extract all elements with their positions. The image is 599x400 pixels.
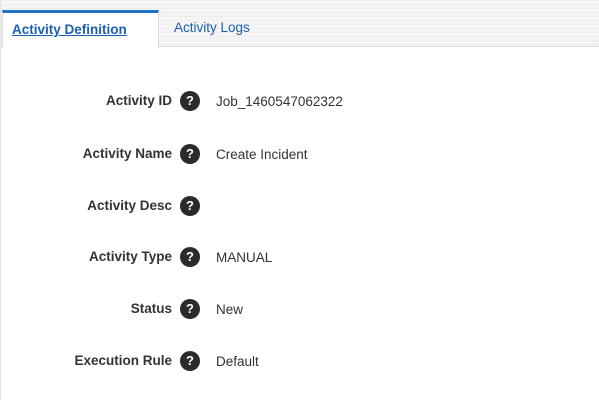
execution-rule-label: Execution Rule: [74, 353, 172, 368]
activity-type-value: MANUAL: [216, 250, 273, 265]
question-circle-icon[interactable]: ?: [180, 144, 200, 164]
execution-rule-row: Execution Rule ? Default: [1, 350, 599, 374]
activity-id-row: Activity ID ? Job_1460547062322: [1, 90, 599, 114]
activity-desc-row: Activity Desc ?: [1, 195, 599, 219]
status-value: New: [216, 302, 244, 317]
tab-activity-definition-label[interactable]: Activity Definition: [12, 22, 127, 37]
status-row: Status ? New: [1, 298, 599, 322]
status-label: Status: [130, 301, 172, 316]
activity-panel: Activity Definition Activity Logs Activi…: [0, 0, 599, 400]
activity-type-label: Activity Type: [88, 249, 172, 264]
activity-id-value: Job_1460547062322: [216, 94, 343, 109]
question-circle-icon[interactable]: ?: [180, 299, 200, 319]
question-circle-icon[interactable]: ?: [180, 247, 200, 267]
tab-activity-logs[interactable]: Activity Logs: [164, 10, 260, 47]
tab-activity-definition[interactable]: Activity Definition: [2, 10, 159, 48]
execution-rule-value: Default: [216, 354, 259, 369]
question-circle-icon[interactable]: ?: [180, 196, 200, 216]
tab-bar: Activity Definition Activity Logs: [1, 0, 599, 48]
question-circle-icon[interactable]: ?: [180, 351, 200, 371]
activity-name-label: Activity Name: [82, 146, 172, 161]
activity-type-row: Activity Type ? MANUAL: [1, 246, 599, 270]
question-circle-icon[interactable]: ?: [180, 91, 200, 111]
activity-name-row: Activity Name ? Create Incident: [1, 143, 599, 167]
activity-name-value: Create Incident: [216, 147, 308, 162]
tab-activity-logs-label[interactable]: Activity Logs: [174, 20, 250, 35]
activity-id-label: Activity ID: [105, 93, 172, 108]
activity-desc-label: Activity Desc: [87, 198, 172, 213]
